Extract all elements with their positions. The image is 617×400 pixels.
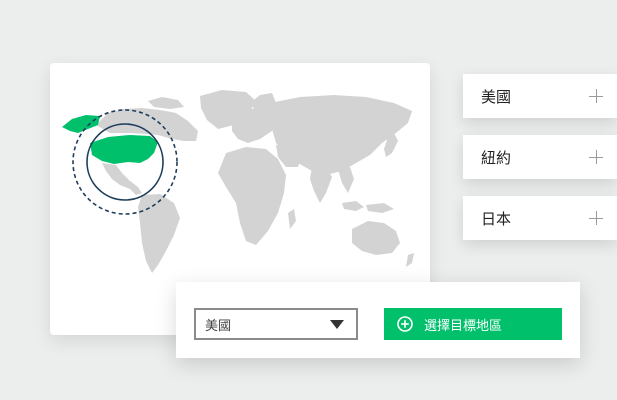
region-label: 日本 [481, 209, 512, 228]
usa-shape [90, 135, 158, 164]
australia-shape [352, 221, 400, 255]
region-label: 美國 [481, 87, 512, 106]
region-label: 紐約 [481, 148, 512, 167]
south-america-shape [138, 194, 180, 273]
new-zealand-shape [406, 253, 414, 267]
alaska-shape [62, 115, 100, 133]
africa-shape [218, 147, 286, 245]
indonesia-shape [342, 201, 394, 213]
circle-plus-icon [397, 316, 413, 332]
arctic-islands-shape [148, 97, 184, 109]
plus-icon[interactable] [589, 150, 603, 164]
select-target-region-button[interactable]: 選擇目標地區 [384, 308, 562, 340]
plus-icon[interactable] [589, 211, 603, 225]
plus-icon[interactable] [589, 89, 603, 103]
button-label: 選擇目標地區 [424, 318, 503, 334]
indochina-shape [338, 167, 354, 193]
region-selector-panel: 美國 選擇目標地區 [176, 282, 580, 358]
caret-down-icon [330, 319, 344, 329]
india-shape [310, 167, 332, 203]
region-dropdown[interactable]: 美國 [194, 308, 358, 340]
region-item-new-york[interactable]: 紐約 [463, 135, 617, 179]
region-item-usa[interactable]: 美國 [463, 74, 617, 118]
madagascar-shape [288, 209, 296, 229]
popover-pointer [369, 262, 393, 282]
region-item-japan[interactable]: 日本 [463, 196, 617, 240]
central-america-shape [102, 163, 142, 195]
dropdown-selected-value: 美國 [205, 318, 232, 334]
